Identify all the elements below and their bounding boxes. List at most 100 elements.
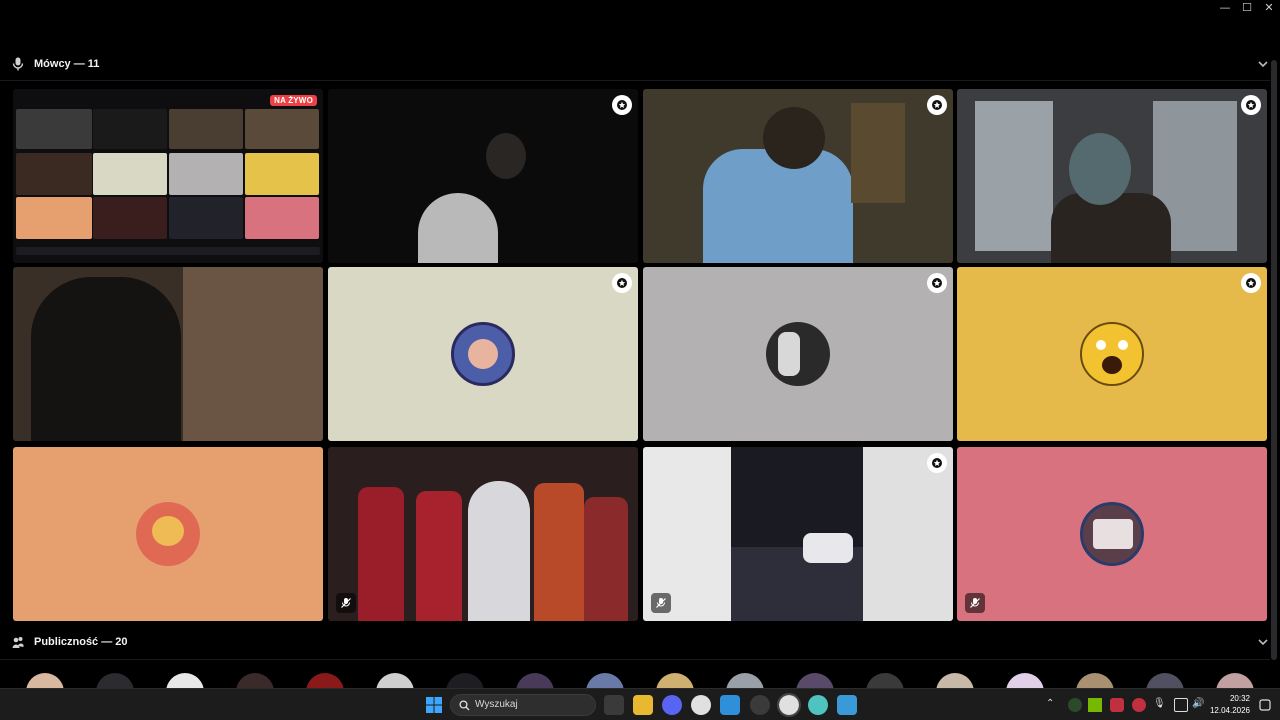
video-tile[interactable]: [643, 447, 953, 621]
tray-app-icon[interactable]: [1132, 698, 1146, 712]
pin-icon: [932, 278, 942, 288]
bottle: [534, 483, 584, 621]
divider: [0, 659, 1270, 660]
store-icon[interactable]: [720, 695, 740, 715]
microphone-muted-icon: [341, 598, 351, 608]
audience-title: Publiczność — 20: [34, 636, 128, 648]
chevron-down-icon[interactable]: [1256, 635, 1270, 649]
bottle: [416, 491, 462, 621]
taskbar: Wyszukaj ⌃ 🎙 🔊 20:32 12.04.2026: [0, 688, 1280, 720]
pin-button[interactable]: [927, 453, 947, 473]
mute-indicator: [651, 593, 671, 613]
windows-start-icon[interactable]: [424, 695, 444, 715]
microphone-muted-icon: [970, 598, 980, 608]
clock-time: 20:32: [1229, 694, 1250, 703]
tray-app-icon[interactable]: [1068, 698, 1082, 712]
pin-button[interactable]: [927, 95, 947, 115]
stream-thumb: [93, 153, 167, 195]
search-icon: [459, 700, 470, 711]
video-figure: [418, 193, 498, 263]
minimize-button[interactable]: —: [1214, 0, 1236, 16]
pin-button[interactable]: [927, 273, 947, 293]
notifications-icon[interactable]: [1258, 698, 1272, 712]
stream-thumb: [16, 197, 92, 239]
audience-header[interactable]: Publiczność — 20: [0, 630, 1280, 654]
audience-icon: [12, 637, 24, 648]
window-frame: [975, 101, 1053, 251]
window-controls: — ☐ ✕: [1214, 0, 1280, 16]
maximize-button[interactable]: ☐: [1236, 0, 1258, 16]
microphone-icon: [12, 57, 24, 71]
video-figure: [486, 133, 526, 179]
pin-icon: [617, 278, 627, 288]
app-icon[interactable]: [808, 695, 828, 715]
stream-thumb: [245, 153, 319, 195]
discord-icon[interactable]: [662, 695, 682, 715]
clock[interactable]: 20:32 12.04.2026: [1210, 693, 1250, 717]
pin-icon: [1246, 100, 1256, 110]
mute-indicator: [336, 593, 356, 613]
mute-indicator: [965, 593, 985, 613]
scrollbar-thumb[interactable]: [1271, 60, 1277, 660]
tray-chevron-up-icon[interactable]: ⌃: [1046, 698, 1060, 712]
stream-thumb: [93, 197, 167, 239]
video-tile[interactable]: [13, 267, 323, 441]
stream-thumb: [169, 109, 243, 149]
user-avatar: [1080, 502, 1144, 566]
scrollbar[interactable]: [1270, 56, 1278, 676]
avatar-tile[interactable]: [643, 267, 953, 441]
microphone-tray-icon[interactable]: 🎙: [1153, 698, 1167, 712]
avatar-tile[interactable]: [957, 447, 1267, 621]
clock-date: 12.04.2026: [1209, 706, 1250, 715]
stream-tile[interactable]: NA ŻYWO: [13, 89, 323, 263]
car: [803, 533, 853, 563]
pin-icon: [932, 100, 942, 110]
bookshelf: [851, 103, 905, 203]
user-avatar: [451, 322, 515, 386]
pin-button[interactable]: [1241, 273, 1261, 293]
avatar-tile[interactable]: [957, 267, 1267, 441]
pin-button[interactable]: [1241, 95, 1261, 115]
chrome-active-icon[interactable]: [777, 693, 801, 717]
task-view-icon[interactable]: [604, 695, 624, 715]
pin-button[interactable]: [612, 95, 632, 115]
live-badge: NA ŻYWO: [270, 95, 317, 106]
video-figure: [31, 277, 181, 441]
bottle: [584, 497, 628, 621]
chevron-down-icon[interactable]: [1256, 57, 1270, 71]
avatar-tile[interactable]: [13, 447, 323, 621]
stream-thumb: [245, 197, 319, 239]
nvidia-icon[interactable]: [1088, 698, 1102, 712]
tray-app-icon[interactable]: [1110, 698, 1124, 712]
app-icon[interactable]: [750, 695, 770, 715]
close-button[interactable]: ✕: [1258, 0, 1280, 16]
stream-thumb: [169, 197, 243, 239]
video-figure: [1051, 193, 1171, 263]
notepad-icon[interactable]: [837, 695, 857, 715]
chrome-icon[interactable]: [691, 695, 711, 715]
taskbar-search[interactable]: Wyszukaj: [450, 694, 596, 716]
video-tile[interactable]: [328, 447, 638, 621]
bottle: [358, 487, 404, 621]
manga-panel: [863, 447, 953, 621]
speakers-header[interactable]: Mówcy — 11: [0, 52, 1280, 76]
file-explorer-icon[interactable]: [633, 695, 653, 715]
video-tile[interactable]: [957, 89, 1267, 263]
video-tile[interactable]: [328, 89, 638, 263]
avatar-tile[interactable]: [328, 267, 638, 441]
pin-icon: [1246, 278, 1256, 288]
video-figure: [763, 107, 825, 169]
volume-icon[interactable]: 🔊: [1192, 698, 1206, 712]
pin-button[interactable]: [612, 273, 632, 293]
stream-thumb: [16, 153, 92, 195]
network-icon[interactable]: [1174, 698, 1188, 712]
speakers-title: Mówcy — 11: [34, 58, 100, 70]
user-avatar: [766, 322, 830, 386]
video-figure: [468, 481, 530, 621]
stream-thumb: [16, 109, 92, 149]
search-placeholder: Wyszukaj: [475, 699, 518, 710]
divider: [0, 80, 1270, 81]
stream-thumb: [245, 109, 319, 149]
video-tile[interactable]: [643, 89, 953, 263]
video-figure: [1069, 133, 1131, 205]
